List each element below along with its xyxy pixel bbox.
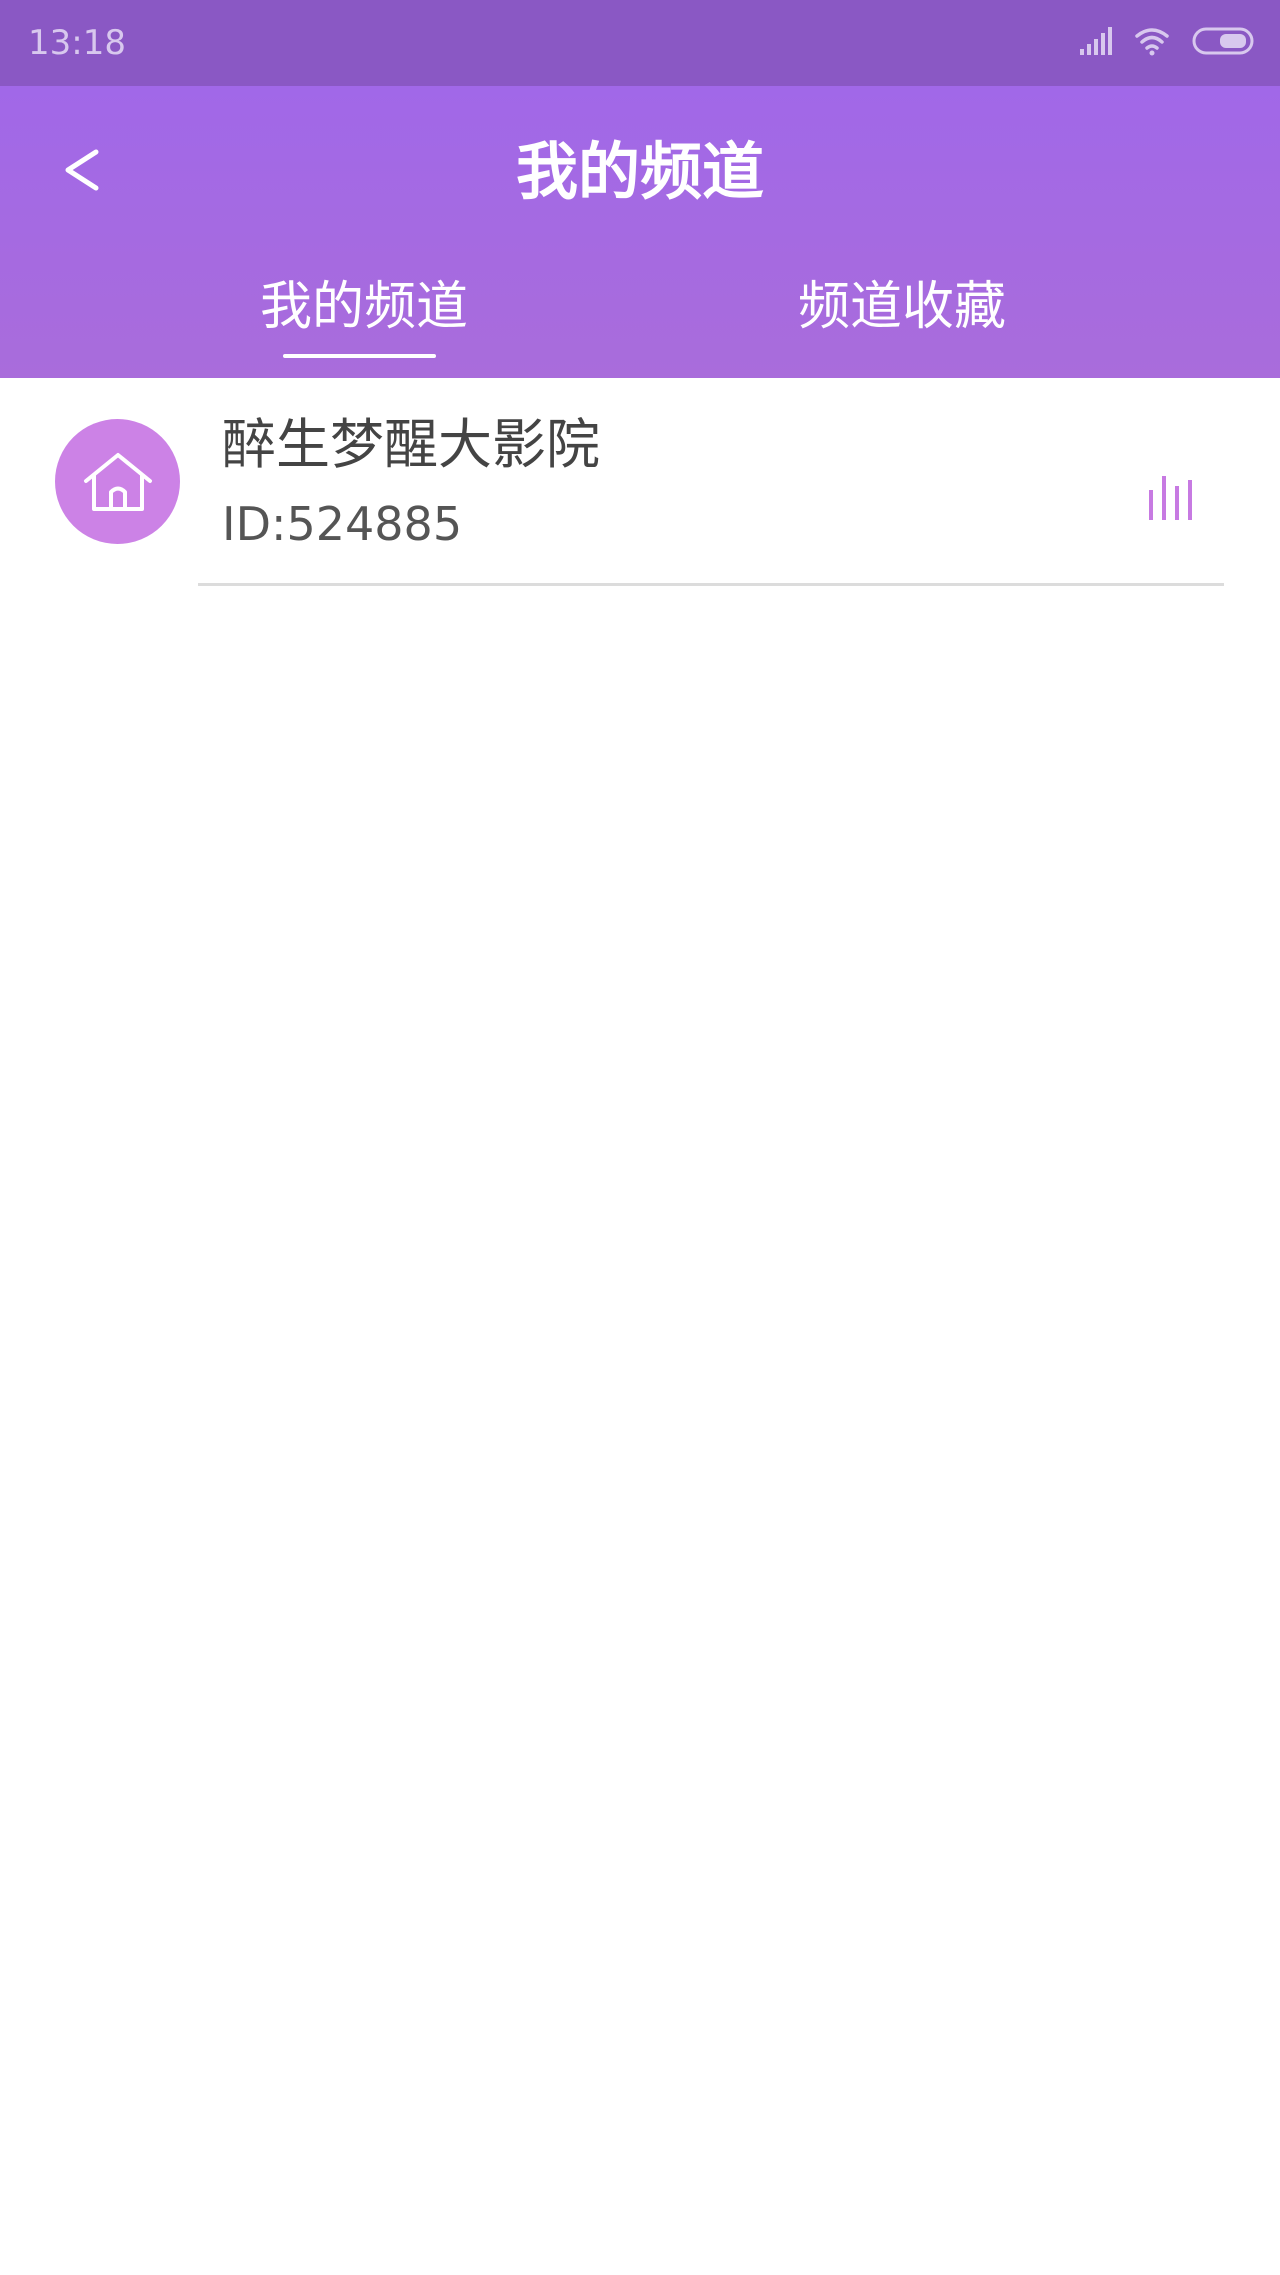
- app-header: 我的频道 我的频道 频道收藏: [0, 86, 1280, 378]
- status-icons: [1078, 22, 1254, 64]
- status-bar: 13:18: [0, 0, 1280, 86]
- wifi-icon: [1134, 26, 1170, 60]
- item-divider: [198, 583, 1224, 586]
- channel-avatar: [55, 419, 180, 544]
- home-icon: [83, 452, 152, 511]
- page-title: 我的频道: [515, 135, 764, 208]
- channel-list-item[interactable]: 醉生梦醒大影院 ID:524885: [0, 378, 1280, 586]
- battery-icon: [1192, 26, 1254, 60]
- signal-icon: [1078, 27, 1112, 59]
- channel-id: ID:524885: [222, 497, 463, 551]
- status-time: 13:18: [28, 23, 126, 63]
- active-tab-indicator: [283, 354, 436, 358]
- tab-my-channels[interactable]: 我的频道: [214, 272, 514, 342]
- channel-name: 醉生梦醒大影院: [222, 413, 600, 476]
- playing-bars-icon[interactable]: [1144, 464, 1204, 524]
- channel-list: 醉生梦醒大影院 ID:524885: [0, 378, 1280, 586]
- tab-channel-favorites[interactable]: 频道收藏: [752, 272, 1052, 342]
